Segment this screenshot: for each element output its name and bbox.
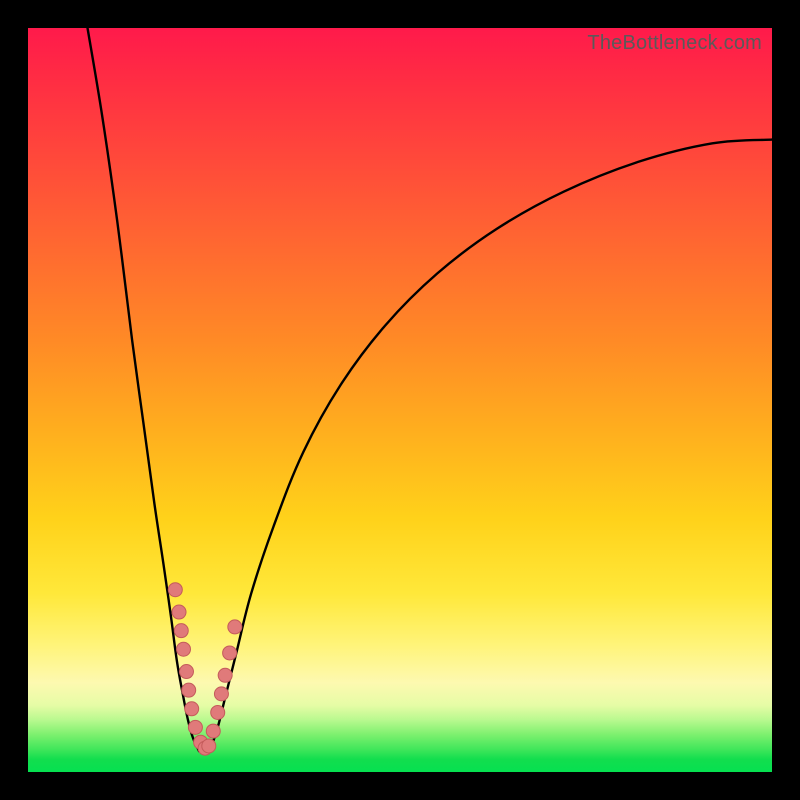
data-dot	[172, 605, 186, 619]
dots-right-branch	[202, 620, 242, 753]
data-dot	[168, 583, 182, 597]
data-dot	[179, 665, 193, 679]
data-dot	[218, 668, 232, 682]
data-dot	[182, 683, 196, 697]
data-dot	[177, 642, 191, 656]
data-dot	[188, 720, 202, 734]
data-dot	[211, 705, 225, 719]
dots-left-branch	[168, 583, 212, 755]
plot-area: TheBottleneck.com	[28, 28, 772, 772]
curve-right-branch	[210, 140, 772, 750]
data-dot	[202, 739, 216, 753]
data-dot	[228, 620, 242, 634]
data-dot	[185, 702, 199, 716]
data-dot	[174, 624, 188, 638]
data-dot	[214, 687, 228, 701]
data-dot	[206, 724, 220, 738]
data-dot	[223, 646, 237, 660]
curve-layer	[28, 28, 772, 772]
chart-frame: TheBottleneck.com	[0, 0, 800, 800]
